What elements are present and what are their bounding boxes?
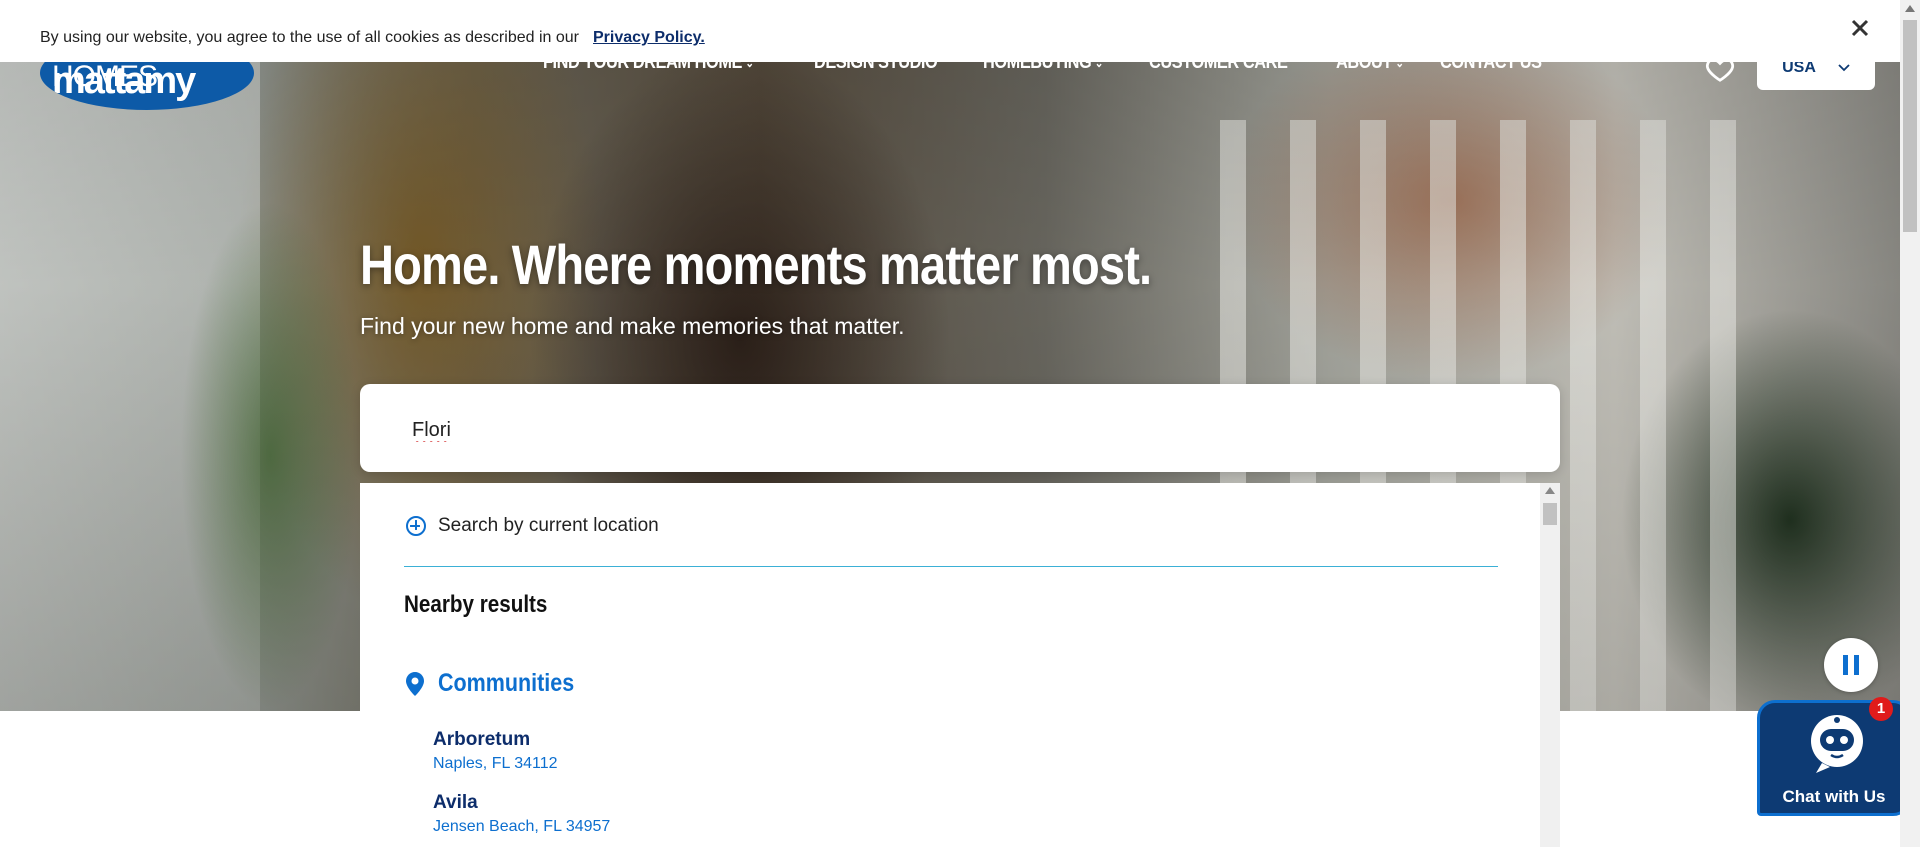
community-address: Jensen Beach, FL 34957 — [433, 818, 611, 835]
communities-heading: Communities — [406, 669, 596, 698]
close-icon[interactable] — [1846, 14, 1874, 42]
map-pin-icon — [406, 671, 424, 696]
pause-icon-bar — [1854, 655, 1859, 675]
community-name: Avila — [433, 792, 478, 813]
cookie-banner: By using our website, you agree to the u… — [0, 0, 1900, 62]
chat-notification-badge: 1 — [1869, 697, 1893, 721]
pause-video-button[interactable] — [1824, 638, 1878, 692]
hero-subhead: Find your new home and make memories tha… — [360, 313, 905, 339]
divider — [404, 566, 1498, 567]
scroll-thumb[interactable] — [1543, 503, 1557, 525]
search-input[interactable] — [410, 414, 1514, 446]
pause-icon-bar — [1843, 655, 1848, 675]
privacy-policy-link[interactable]: Privacy Policy. — [593, 29, 705, 47]
scroll-up-arrow-icon[interactable] — [1545, 487, 1555, 494]
chat-label: Chat with Us — [1782, 787, 1886, 806]
page-scrollbar[interactable] — [1900, 0, 1920, 847]
search-results-dropdown: Search by current location Nearby result… — [360, 483, 1560, 847]
scroll-up-arrow-icon[interactable] — [1905, 5, 1915, 12]
dropdown-scrollbar[interactable] — [1540, 483, 1560, 847]
chatbot-icon — [1804, 713, 1870, 773]
page-scroll-thumb[interactable] — [1903, 20, 1917, 232]
hero-headline: Home. Where moments matter most. — [360, 233, 1152, 296]
current-location-label: Search by current location — [438, 515, 659, 536]
crosshair-icon — [406, 516, 426, 536]
search-current-location[interactable]: Search by current location — [406, 515, 659, 537]
list-item[interactable]: Arboretum Naples, FL 34112 — [433, 729, 558, 773]
community-name: Arboretum — [433, 729, 531, 750]
communities-label: Communities — [438, 669, 575, 697]
list-item[interactable]: Avila Jensen Beach, FL 34957 — [433, 792, 610, 836]
search-box — [360, 384, 1560, 472]
cookie-text: By using our website, you agree to the u… — [40, 29, 579, 46]
nearby-results-heading: Nearby results — [404, 591, 548, 618]
community-address: Naples, FL 34112 — [433, 755, 558, 772]
